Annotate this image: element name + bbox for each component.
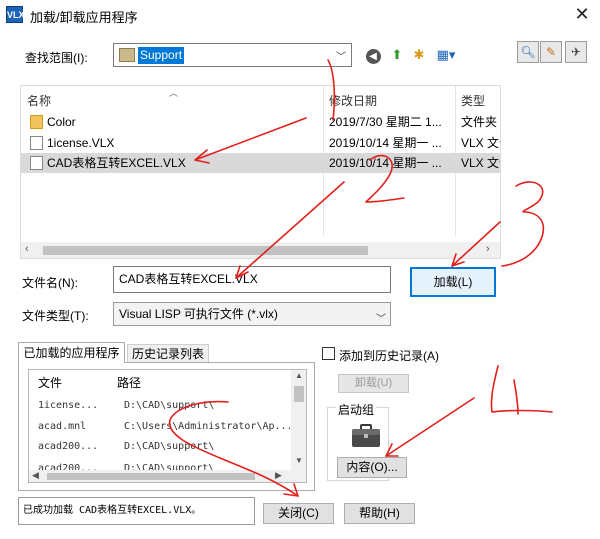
- status-message: 已成功加载 CAD表格互转EXCEL.VLX。: [18, 497, 255, 525]
- file-name-input[interactable]: CAD表格互转EXCEL.VLX: [113, 266, 391, 293]
- scroll-right-icon[interactable]: ›: [486, 243, 490, 255]
- look-in-combo[interactable]: Support ﹀: [113, 43, 352, 67]
- folder-icon: [30, 115, 43, 129]
- tab-loaded-applications[interactable]: 已加载的应用程序: [18, 342, 125, 363]
- file-date: 2019/10/14 星期一 ...: [329, 136, 442, 150]
- app-row[interactable]: acad200... D:\CAD\support\: [29, 437, 291, 457]
- close-window-icon[interactable]: ✕: [570, 3, 594, 25]
- horizontal-scrollbar[interactable]: ◀ ▶: [29, 470, 306, 482]
- scroll-left-icon[interactable]: ‹: [25, 243, 29, 255]
- load-button[interactable]: 加载(L): [410, 267, 496, 297]
- column-header-date[interactable]: 修改日期: [329, 92, 377, 109]
- find-icon[interactable]: 🔍︎: [517, 41, 539, 63]
- app-path: D:\CAD\support\: [124, 463, 215, 470]
- file-date: 2019/7/30 星期二 1...: [329, 115, 442, 129]
- file-type: VLX 文件: [461, 136, 500, 150]
- annotation-arrow: [385, 397, 475, 457]
- scroll-right-icon[interactable]: ▶: [275, 470, 282, 481]
- contents-button[interactable]: 内容(O)...: [337, 457, 407, 478]
- look-in-value: Support: [138, 47, 185, 64]
- help-button[interactable]: 帮助(H): [344, 503, 415, 524]
- sort-ascending-icon: ︿: [169, 88, 179, 98]
- file-name: CAD表格互转EXCEL.VLX: [47, 156, 186, 170]
- app-file: acad.mnl: [38, 421, 87, 432]
- tab-history-list[interactable]: 历史记录列表: [127, 344, 209, 363]
- file-type: 文件夹: [461, 115, 498, 129]
- app-row[interactable]: 1icense... D:\CAD\support\: [29, 396, 291, 416]
- file-row[interactable]: 1icense.VLX 2019/10/14 星期一 ... VLX 文件: [21, 133, 500, 153]
- column-header-name[interactable]: 名称: [27, 92, 51, 109]
- folder-icon: [119, 48, 135, 62]
- file-row-selected[interactable]: CAD表格互转EXCEL.VLX 2019/10/14 星期一 ... VLX …: [21, 153, 500, 173]
- briefcase-icon: [352, 424, 380, 447]
- new-folder-button[interactable]: ✱: [409, 45, 429, 65]
- chevron-down-icon: ﹀: [336, 52, 346, 63]
- look-in-label: 查找范围(I):: [25, 51, 88, 65]
- file-name-label: 文件名(N):: [22, 276, 78, 290]
- app-row[interactable]: acad.mnl C:\Users\Administrator\Ap...: [29, 417, 291, 437]
- file-row[interactable]: Color 2019/7/30 星期二 1... 文件夹: [21, 112, 500, 132]
- app-path: D:\CAD\support\: [124, 400, 215, 411]
- file-type-label: 文件类型(T):: [22, 309, 89, 323]
- back-arrow-icon: ◀: [365, 49, 381, 65]
- horizontal-scrollbar[interactable]: ‹ ›: [21, 242, 500, 258]
- app-icon: VLX: [6, 6, 25, 23]
- file-type-select[interactable]: Visual LISP 可执行文件 (*.vlx) ﹀: [113, 302, 391, 326]
- app-path: D:\CAD\support\: [124, 441, 215, 452]
- app-file: acad200...: [38, 463, 99, 470]
- annotation-numeral-4: [490, 365, 553, 415]
- file-icon: [30, 136, 43, 150]
- file-name: Color: [47, 115, 76, 129]
- add-to-history-checkbox[interactable]: [322, 347, 335, 360]
- column-header-file[interactable]: 文件: [38, 374, 62, 391]
- app-file: 1icense...: [38, 400, 99, 411]
- chevron-down-icon: ﹀: [376, 314, 386, 325]
- loaded-apps-panel: 文件 路径 1icense... D:\CAD\support\ acad.mn…: [18, 362, 315, 491]
- column-header-type[interactable]: 类型: [461, 92, 485, 109]
- window-title: 加载/卸载应用程序: [30, 10, 138, 25]
- scroll-thumb[interactable]: [43, 246, 368, 255]
- favorites-icon[interactable]: ✎: [540, 41, 562, 63]
- app-path: C:\Users\Administrator\Ap...: [124, 421, 290, 432]
- add-to-history-label[interactable]: 添加到历史记录(A): [339, 347, 439, 364]
- file-icon: [30, 156, 43, 170]
- up-folder-button[interactable]: ⬆: [387, 45, 407, 65]
- file-type: VLX 文件: [461, 156, 500, 170]
- back-button[interactable]: ◀: [363, 46, 383, 66]
- scroll-left-icon[interactable]: ◀: [32, 470, 39, 481]
- annotation-numeral-3: [501, 181, 545, 267]
- app-file: acad200...: [38, 441, 99, 452]
- loaded-apps-list[interactable]: 文件 路径 1icense... D:\CAD\support\ acad.mn…: [28, 369, 307, 483]
- unload-button[interactable]: 卸载(U): [338, 374, 409, 393]
- vertical-scrollbar[interactable]: ▲ ▼: [291, 370, 306, 470]
- scroll-up-icon[interactable]: ▲: [295, 371, 303, 380]
- title-bar: VLX 加载/卸载应用程序 ✕: [0, 0, 600, 30]
- close-button[interactable]: 关闭(C): [263, 503, 334, 524]
- scroll-thumb[interactable]: [294, 386, 304, 402]
- tools-icon[interactable]: ✈: [565, 41, 587, 63]
- file-date: 2019/10/14 星期一 ...: [329, 156, 442, 170]
- app-row[interactable]: acad200... D:\CAD\support\: [29, 459, 291, 470]
- views-menu-button[interactable]: ▦▾: [432, 45, 460, 65]
- scroll-thumb[interactable]: [47, 473, 255, 480]
- file-type-value: Visual LISP 可执行文件 (*.vlx): [119, 307, 278, 321]
- column-header-path[interactable]: 路径: [117, 374, 141, 391]
- startup-group-label: 启动组: [336, 401, 377, 418]
- file-list[interactable]: ︿ 名称 修改日期 类型 Color 2019/7/30 星期二 1... 文件…: [20, 85, 501, 259]
- scroll-down-icon[interactable]: ▼: [295, 456, 303, 465]
- file-name: 1icense.VLX: [47, 136, 115, 150]
